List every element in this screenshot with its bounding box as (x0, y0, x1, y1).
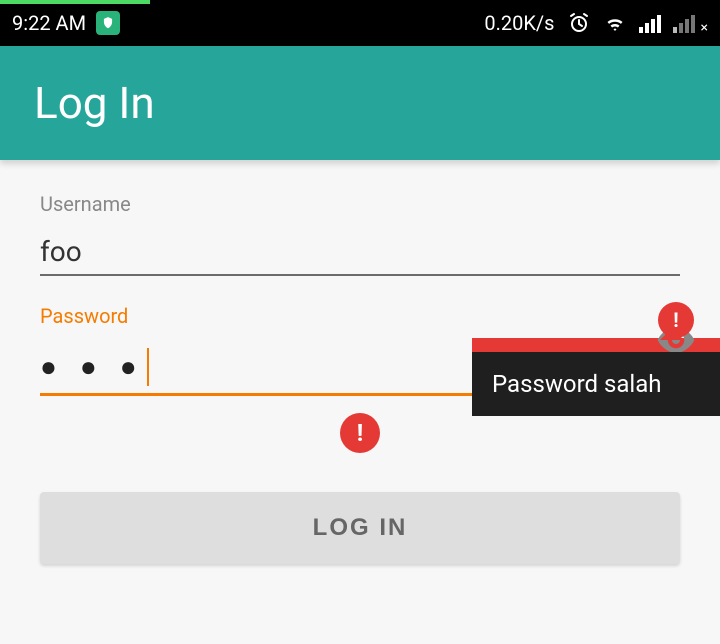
page-title: Log In (34, 77, 155, 129)
status-time: 9:22 AM (12, 11, 86, 35)
username-input[interactable] (40, 235, 680, 268)
error-badge-mid: ! (340, 413, 380, 453)
error-icon: ! (340, 413, 380, 453)
password-label: Password (40, 304, 680, 328)
text-cursor (147, 348, 149, 386)
username-field: Username (40, 192, 680, 276)
username-input-wrap[interactable] (40, 228, 680, 276)
security-app-icon (96, 11, 120, 35)
wifi-icon (603, 11, 627, 35)
running-indicator (0, 0, 150, 4)
username-label: Username (40, 192, 680, 216)
tooltip-arrow (660, 328, 684, 340)
status-data-speed: 0.20K/s (484, 11, 554, 35)
tooltip-message: Password salah (472, 352, 720, 416)
status-bar: 9:22 AM 0.20K/s × (0, 0, 720, 46)
alarm-icon (567, 11, 591, 35)
password-input[interactable]: ● ● ● (40, 350, 145, 383)
signal-icon-2 (673, 13, 695, 33)
signal-icon-1 (639, 13, 661, 33)
login-button[interactable]: LOG IN (40, 492, 680, 564)
no-sim-icon: × (701, 20, 708, 36)
app-bar: Log In (0, 46, 720, 160)
error-tooltip: ! Password salah (472, 338, 720, 416)
